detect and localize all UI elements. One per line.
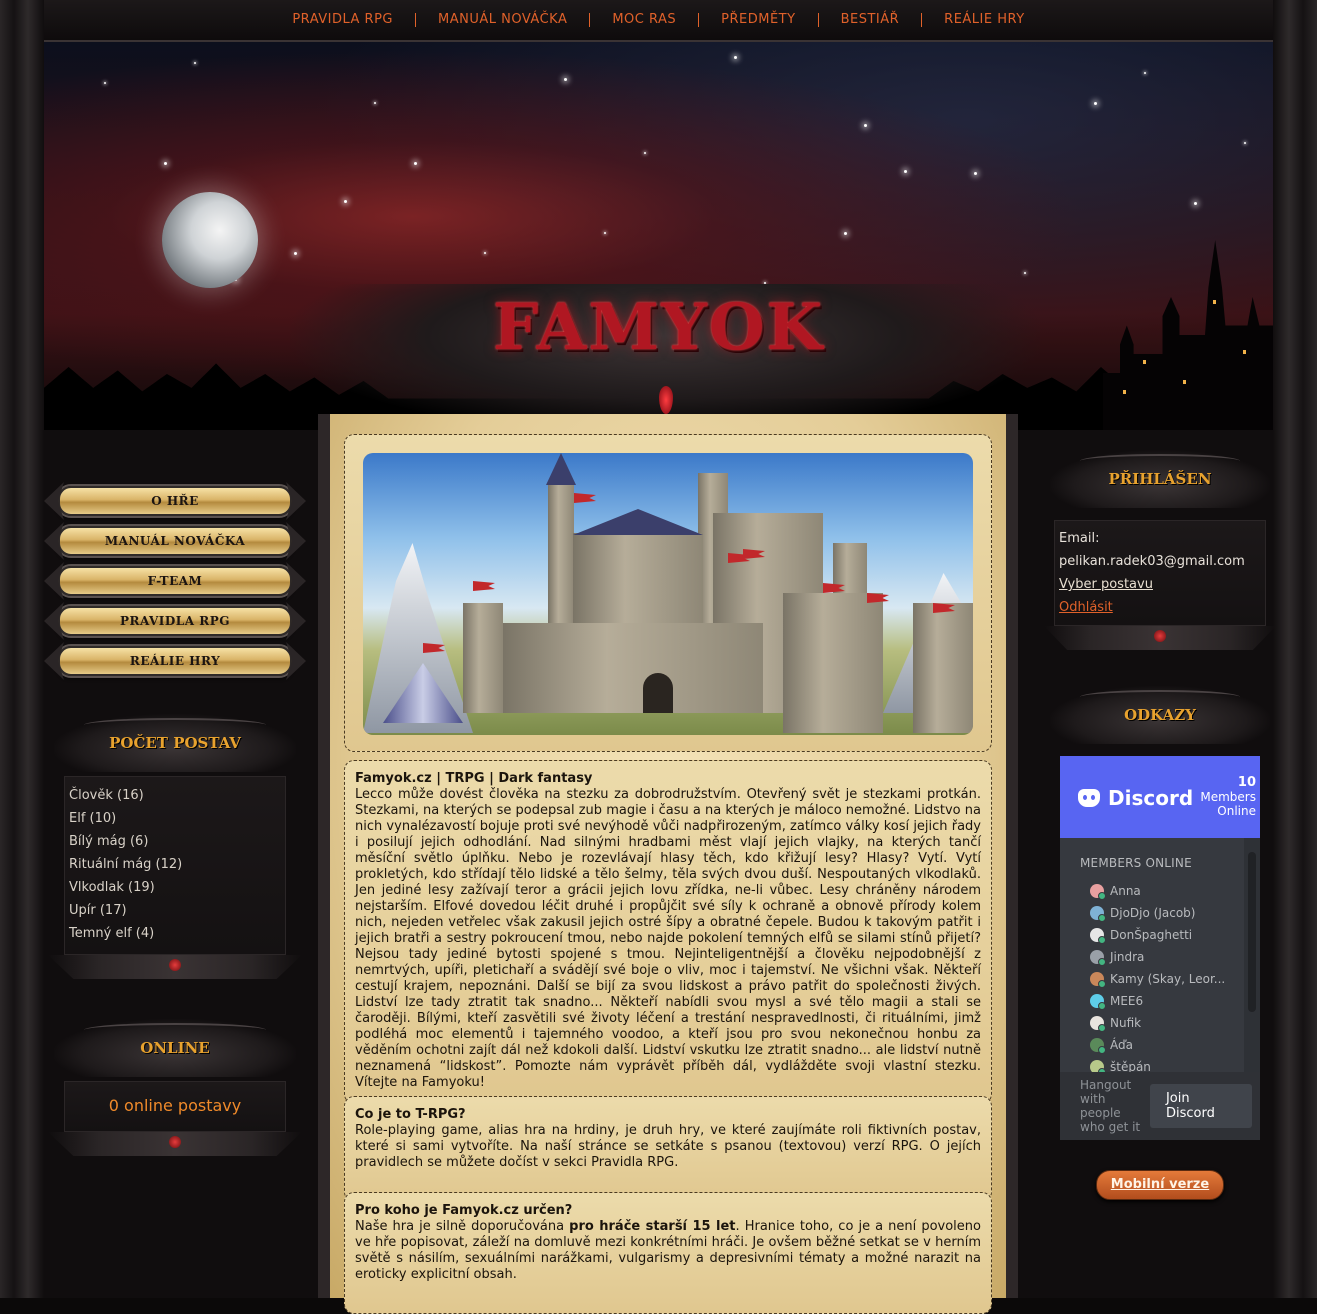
avatar: [1090, 972, 1106, 988]
menu-button-o-hre[interactable]: O HŘE: [58, 486, 292, 516]
discord-member[interactable]: DjoDjo (Jacob): [1060, 902, 1260, 924]
discord-member[interactable]: MEE6: [1060, 990, 1260, 1012]
audience-block: Pro koho je Famyok.cz určen? Naše hra je…: [344, 1192, 992, 1314]
intro-title: Famyok.cz | TRPG | Dark fantasy: [355, 771, 593, 786]
avatar: [1090, 950, 1106, 966]
avatar: [1090, 1060, 1106, 1072]
discord-member[interactable]: štěpán: [1060, 1056, 1260, 1072]
discord-member-list[interactable]: MEMBERS ONLINE Anna DjoDjo (Jacob) DonŠp…: [1060, 838, 1260, 1072]
audience-text: Naše hra je silně doporučována pro hráče…: [355, 1219, 981, 1282]
panel-ornament: [48, 1132, 302, 1156]
intro-block: Famyok.cz | TRPG | Dark fantasy Lecco mů…: [344, 760, 992, 1104]
nav-moc-ras[interactable]: MOC RAS: [590, 13, 700, 27]
trpg-title: Co je to T-RPG?: [355, 1107, 466, 1122]
avatar: [1090, 994, 1106, 1010]
login-title: PŘIHLÁŠEN: [1050, 450, 1270, 508]
menu-button-f-team[interactable]: F-TEAM: [58, 566, 292, 596]
trpg-text: Role-playing game, alias hra na hrdiny, …: [355, 1123, 981, 1170]
discord-logo[interactable]: Discord: [1078, 786, 1193, 810]
race-item: Vlkodlak (19): [69, 880, 155, 895]
discord-footer: Hangout with people who get it Join Disc…: [1060, 1072, 1260, 1140]
menu-button-realie-hry[interactable]: REÁLIE HRY: [58, 646, 292, 676]
trpg-block: Co je to T-RPG? Role-playing game, alias…: [344, 1096, 992, 1202]
members-online-header: MEMBERS ONLINE: [1080, 856, 1192, 870]
avatar: [1090, 906, 1106, 922]
right-sidebar: PŘIHLÁŠEN Email: pelikan.radek03@gmail.c…: [1040, 430, 1280, 1200]
discord-header: Discord 10 Members Online: [1060, 756, 1260, 838]
top-navigation: PRAVIDLA RPG MANUÁL NOVÁČKA MOC RAS PŘED…: [44, 0, 1273, 42]
race-item: Rituální mág (12): [69, 857, 183, 872]
avatar: [1090, 928, 1106, 944]
discord-member[interactable]: DonŠpaghetti: [1060, 924, 1260, 946]
character-count-title: POČET POSTAV: [54, 714, 296, 772]
castle-illustration: [363, 453, 973, 735]
discord-member[interactable]: Anna: [1060, 880, 1260, 902]
nav-manual-novacka[interactable]: MANUÁL NOVÁČKA: [416, 13, 591, 27]
moon: [162, 192, 258, 288]
join-discord-button[interactable]: Join Discord: [1149, 1084, 1252, 1128]
discord-icon: [1078, 789, 1100, 807]
links-title: ODKAZY: [1050, 686, 1270, 744]
audience-title: Pro koho je Famyok.cz určen?: [355, 1203, 573, 1218]
nav-realie-hry[interactable]: REÁLIE HRY: [922, 13, 1046, 27]
main-content: Famyok.cz | TRPG | Dark fantasy Lecco mů…: [318, 414, 1018, 1314]
menu-button-manual-novacka[interactable]: MANUÁL NOVÁČKA: [58, 526, 292, 556]
menu-button-pravidla-rpg[interactable]: PRAVIDLA RPG: [58, 606, 292, 636]
discord-member[interactable]: Áďa: [1060, 1034, 1260, 1056]
discord-widget: Discord 10 Members Online MEMBERS ONLINE…: [1060, 756, 1260, 1140]
login-panel: Email: pelikan.radek03@gmail.com Vyber p…: [1054, 520, 1266, 626]
nav-bestiar[interactable]: BESTIÁŘ: [819, 13, 923, 27]
panel-ornament: [48, 955, 302, 979]
discord-member[interactable]: Kamy (Skay, Leor...: [1060, 968, 1260, 990]
discord-member[interactable]: Nufik: [1060, 1012, 1260, 1034]
choose-character-link[interactable]: Vyber postavu: [1059, 573, 1261, 596]
discord-scrollbar[interactable]: [1244, 838, 1260, 1072]
online-panel: 0 online postavy: [64, 1081, 286, 1132]
intro-text: Lecco může dovést člověka na stezku za d…: [355, 787, 981, 1090]
email-label: Email:: [1059, 531, 1100, 546]
online-count: 0 online postavy: [108, 1096, 242, 1115]
site-logo[interactable]: FAMYOK: [0, 290, 1317, 365]
race-item: Elf (10): [69, 811, 117, 826]
left-sidebar: O HŘE MANUÁL NOVÁČKA F-TEAM PRAVIDLA RPG…: [44, 440, 306, 1156]
race-item: Upír (17): [69, 903, 127, 918]
online-title: ONLINE: [54, 1019, 296, 1077]
user-email: pelikan.radek03@gmail.com: [1059, 554, 1245, 569]
mobile-version-button[interactable]: Mobilní verze: [1096, 1170, 1224, 1200]
nav-predmety[interactable]: PŘEDMĚTY: [699, 13, 819, 27]
panel-ornament: [1044, 626, 1276, 650]
discord-hangout-text: Hangout with people who get it: [1080, 1078, 1141, 1134]
discord-members-online: 10 Members Online: [1196, 776, 1256, 818]
race-item: Bílý mág (6): [69, 834, 149, 849]
hero-block: [344, 434, 992, 752]
discord-member[interactable]: Jindra: [1060, 946, 1260, 968]
logout-link[interactable]: Odhlásit: [1059, 596, 1261, 619]
race-item: Temný elf (4): [69, 926, 155, 941]
character-count-panel: Člověk (16) Elf (10) Bílý mág (6) Rituál…: [64, 776, 286, 955]
avatar: [1090, 884, 1106, 900]
nav-pravidla-rpg[interactable]: PRAVIDLA RPG: [270, 13, 416, 27]
avatar: [1090, 1016, 1106, 1032]
race-item: Člověk (16): [69, 788, 144, 803]
avatar: [1090, 1038, 1106, 1054]
age-recommendation: pro hráče starší 15 let: [569, 1219, 736, 1234]
race-list: Člověk (16) Elf (10) Bílý mág (6) Rituál…: [69, 785, 281, 946]
